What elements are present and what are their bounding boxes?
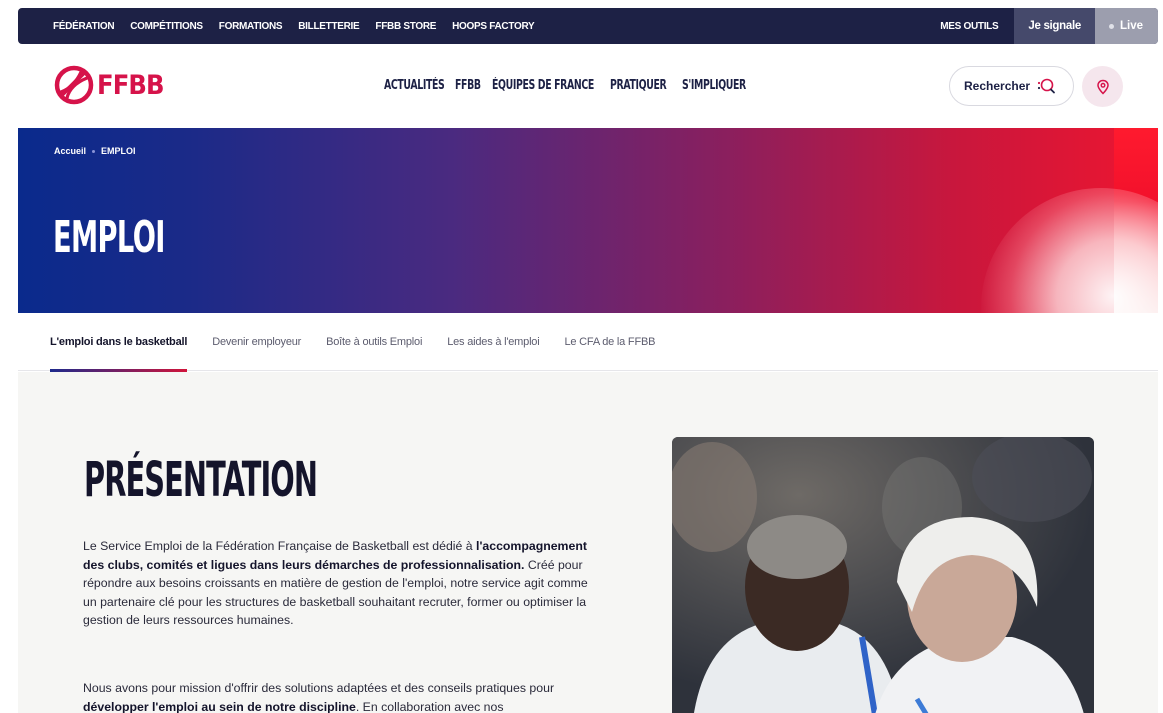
- nav-simpliquer[interactable]: S'IMPLIQUER: [682, 78, 746, 93]
- je-signale-button[interactable]: Je signale: [1014, 8, 1095, 44]
- intro-paragraph: Le Service Emploi de la Fédération Franç…: [83, 537, 603, 630]
- ffbb-logo[interactable]: FFBB: [54, 65, 171, 105]
- location-button[interactable]: [1082, 66, 1123, 107]
- utility-link-ffbb-store[interactable]: FFBB STORE: [375, 21, 436, 32]
- mission-text-c: . En collaboration avec nos: [355, 699, 504, 713]
- mission-text-bold: développer l'emploi au sein de notre dis…: [83, 699, 356, 713]
- utility-link-formations[interactable]: FORMATIONS: [219, 21, 283, 32]
- basketball-logo-icon: [54, 65, 94, 105]
- coaches-photo: [672, 437, 1094, 713]
- nav-actualites[interactable]: ACTUALITÉS: [384, 78, 445, 93]
- presentation-section: PRÉSENTATION Le Service Emploi de la Féd…: [18, 372, 1158, 713]
- tab-emploi-basketball[interactable]: L'emploi dans le basketball: [50, 313, 188, 372]
- utility-link-billetterie[interactable]: BILLETTERIE: [298, 21, 359, 32]
- section-title: PRÉSENTATION: [84, 452, 318, 508]
- coaches-photo-illustration: [672, 437, 1094, 713]
- live-dot-icon: [1108, 23, 1114, 29]
- mission-text-a: Nous avons pour mission d'offrir des sol…: [83, 681, 555, 695]
- utility-nav: FÉDÉRATION COMPÉTITIONS FORMATIONS BILLE…: [18, 21, 924, 32]
- intro-text-a: Le Service Emploi de la Fédération Franç…: [83, 539, 477, 553]
- search-icon: [1037, 78, 1055, 94]
- tab-aides-emploi[interactable]: Les aides à l'emploi: [447, 313, 539, 371]
- section-tabs: L'emploi dans le basketball Devenir empl…: [18, 313, 1158, 372]
- nav-pratiquer[interactable]: PRATIQUER: [610, 78, 667, 93]
- tab-boite-a-outils[interactable]: Boîte à outils Emploi: [326, 313, 422, 371]
- nav-equipes-de-france[interactable]: ÉQUIPES DE FRANCE: [492, 78, 594, 93]
- nav-ffbb[interactable]: FFBB: [455, 78, 481, 93]
- mes-outils-button[interactable]: MES OUTILS: [924, 8, 1014, 44]
- location-pin-icon: [1096, 79, 1109, 95]
- breadcrumb-home[interactable]: Accueil: [54, 146, 86, 156]
- page-title: EMPLOI: [53, 212, 165, 263]
- live-label: Live: [1119, 20, 1143, 32]
- tab-devenir-employeur[interactable]: Devenir employeur: [212, 313, 301, 371]
- tab-cfa-ffbb[interactable]: Le CFA de la FFBB: [564, 313, 655, 371]
- utility-actions: MES OUTILS Je signale Live: [924, 8, 1158, 44]
- hero-glow-decoration: [981, 188, 1158, 313]
- main-header: FFBB ACTUALITÉS FFBB ÉQUIPES DE FRANCE P…: [0, 44, 1163, 128]
- main-nav: ACTUALITÉS FFBB ÉQUIPES DE FRANCE PRATIQ…: [384, 78, 746, 93]
- breadcrumb-current: EMPLOI: [101, 146, 136, 156]
- breadcrumb: Accueil EMPLOI: [54, 146, 136, 156]
- live-button[interactable]: Live: [1094, 8, 1158, 44]
- mission-paragraph: Nous avons pour mission d'offrir des sol…: [83, 679, 603, 713]
- search-button[interactable]: Rechercher: [949, 66, 1074, 106]
- logo-text: FFBB: [97, 69, 165, 101]
- utility-link-competitions[interactable]: COMPÉTITIONS: [130, 21, 203, 32]
- top-utility-bar: FÉDÉRATION COMPÉTITIONS FORMATIONS BILLE…: [18, 8, 1158, 44]
- utility-link-federation[interactable]: FÉDÉRATION: [53, 21, 115, 32]
- breadcrumb-separator-icon: [92, 149, 96, 153]
- search-label: Rechercher: [964, 79, 1031, 93]
- hero-banner: Accueil EMPLOI EMPLOI: [18, 128, 1158, 313]
- utility-link-hoops-factory[interactable]: HOOPS FACTORY: [452, 21, 535, 32]
